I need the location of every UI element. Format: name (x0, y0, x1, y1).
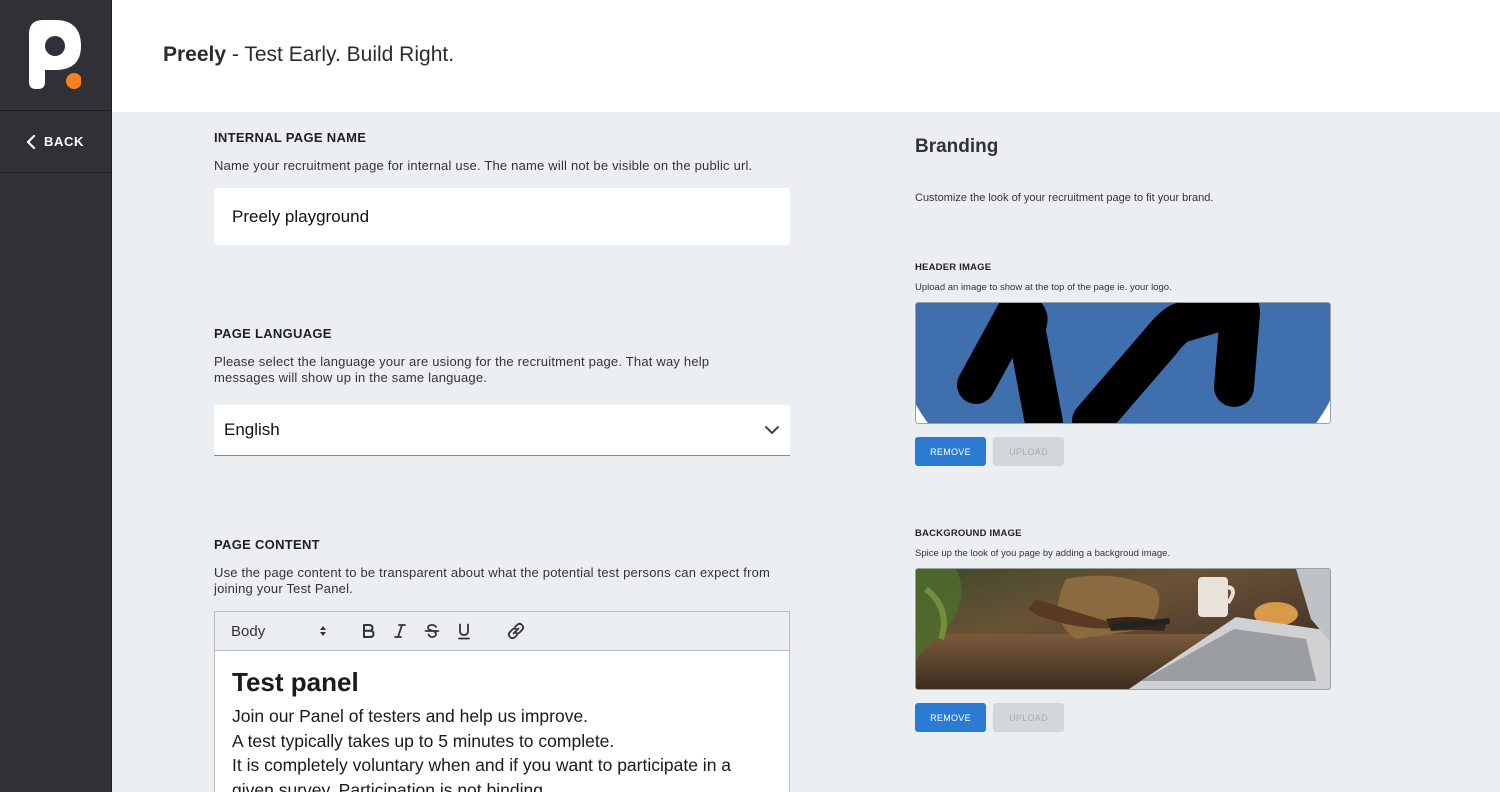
branding-description: Customize the look of your recruitment p… (915, 192, 1214, 204)
header-logo-image (916, 303, 1330, 423)
chevron-down-icon (765, 426, 779, 434)
top-bar: Preely - Test Early. Build Right. (112, 0, 1500, 112)
settings-form: INTERNAL PAGE NAME Name your recruitment… (214, 112, 790, 792)
header-image-label: HEADER IMAGE (915, 262, 992, 273)
language-section: PAGE LANGUAGE Please select the language… (214, 326, 790, 456)
tagline: - Test Early. Build Right. (226, 43, 455, 66)
background-image-actions: REMOVE UPLOAD (915, 703, 1335, 732)
bold-button[interactable] (357, 620, 379, 642)
underline-button[interactable] (453, 620, 475, 642)
background-upload-button[interactable]: UPLOAD (993, 703, 1064, 732)
strikethrough-icon (424, 624, 440, 638)
content-section: PAGE CONTENT Use the page content to be … (214, 537, 790, 792)
branding-panel: Branding Customize the look of your recr… (915, 112, 1335, 732)
preely-logo-icon (29, 20, 81, 89)
internal-name-input[interactable]: Preely playground (214, 188, 790, 245)
chevron-left-icon (26, 134, 36, 149)
header-image-description: Upload an image to show at the top of th… (915, 282, 1172, 293)
background-image-description: Spice up the look of you page by adding … (915, 548, 1171, 559)
language-select[interactable]: English (214, 405, 790, 456)
logo-container (0, 0, 111, 111)
content-line: Join our Panel of testers and help us im… (232, 706, 589, 726)
header-upload-button[interactable]: UPLOAD (993, 437, 1064, 466)
back-label: BACK (44, 134, 84, 149)
content-line: A test typically takes up to 5 minutes t… (232, 730, 615, 751)
content-description: Use the page content to be transparent a… (214, 565, 771, 596)
brand-name: Preely (163, 43, 227, 66)
background-image-label: BACKGROUND IMAGE (915, 528, 1022, 539)
page-title: Preely - Test Early. Build Right. (163, 43, 454, 67)
background-remove-button[interactable]: REMOVE (915, 703, 986, 732)
content-line: It is completely voluntary when and if y… (232, 755, 732, 792)
header-image-section: HEADER IMAGE Upload an image to show at … (915, 262, 1335, 466)
strikethrough-button[interactable] (421, 620, 443, 642)
internal-name-description: Name your recruitment page for internal … (214, 158, 753, 173)
sidebar: BACK (0, 0, 112, 792)
background-image-section: BACKGROUND IMAGE Spice up the look of yo… (915, 528, 1335, 732)
link-icon (507, 622, 525, 640)
underline-icon (458, 623, 470, 639)
header-image-actions: REMOVE UPLOAD (915, 437, 1335, 466)
language-value: English (224, 420, 280, 439)
italic-button[interactable] (389, 620, 411, 642)
editor-toolbar: Body (215, 612, 789, 651)
italic-icon (394, 624, 406, 638)
back-button[interactable]: BACK (0, 111, 111, 173)
link-button[interactable] (505, 620, 527, 642)
background-photo-image (916, 569, 1330, 689)
content-heading: Test panel (232, 667, 359, 697)
internal-name-label: INTERNAL PAGE NAME (214, 130, 367, 145)
header-remove-button[interactable]: REMOVE (915, 437, 986, 466)
up-down-arrows-icon (320, 626, 326, 636)
editor-content[interactable]: Test panel Join our Panel of testers and… (215, 651, 789, 792)
language-label: PAGE LANGUAGE (214, 326, 332, 341)
bold-icon (363, 624, 375, 638)
internal-name-section: INTERNAL PAGE NAME Name your recruitment… (214, 130, 790, 245)
branding-title: Branding (915, 136, 999, 157)
content-label: PAGE CONTENT (214, 537, 320, 552)
text-style-value: Body (231, 622, 266, 640)
text-style-select[interactable]: Body (231, 623, 327, 640)
background-image-preview (915, 568, 1331, 690)
header-image-preview (915, 302, 1331, 424)
rich-text-editor: Body Test panel Join our Panel of tester… (214, 611, 790, 792)
language-description: Please select the language your are usio… (214, 354, 710, 385)
